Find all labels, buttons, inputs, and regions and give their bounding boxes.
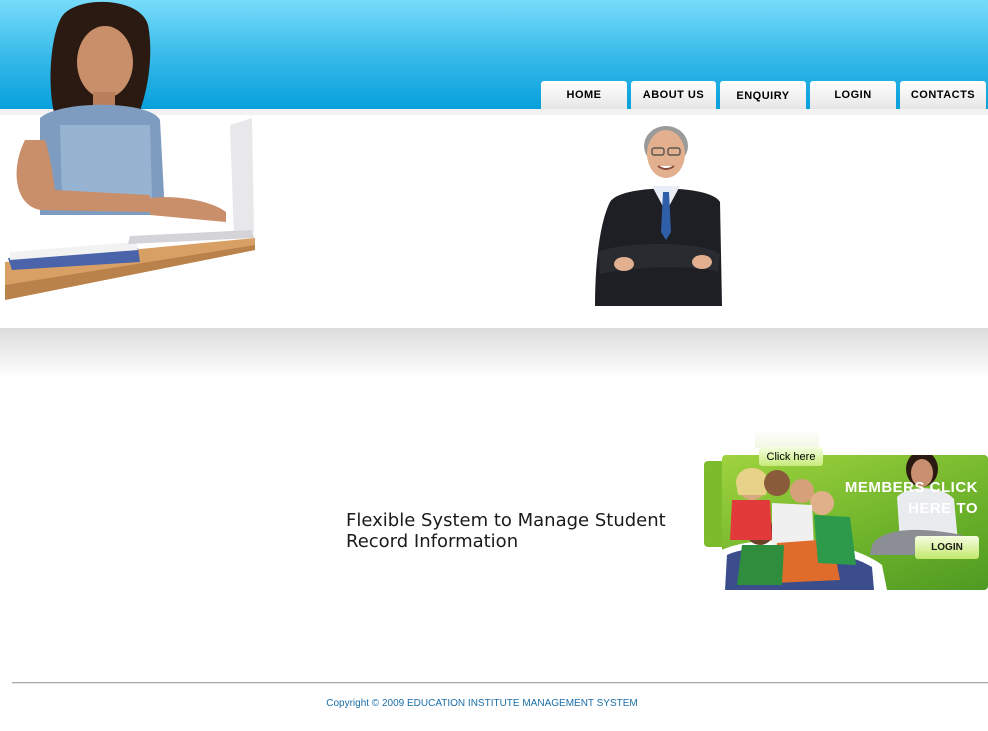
nav-about-us[interactable]: ABOUT US [631, 81, 716, 109]
nav-login[interactable]: LOGIN [810, 81, 896, 109]
members-text-line-2: HERE TO [908, 500, 978, 517]
nav-home[interactable]: HOME [541, 81, 627, 109]
footer-divider-highlight [12, 683, 988, 684]
businessman-image [595, 126, 722, 306]
members-click-text: MEMBERS CLICK HERE TO [845, 477, 978, 519]
members-text-line-1: MEMBERS CLICK [844, 479, 978, 496]
tagline-line-2: Record Information [346, 531, 519, 552]
promo-login-button[interactable]: LOGIN [915, 536, 979, 559]
banner-shadow [0, 328, 988, 378]
tagline-line-1: Flexible System to Manage Student [346, 510, 666, 531]
click-here-button[interactable]: Click here [759, 447, 823, 466]
nav-enquiry[interactable]: ENQUIRY [720, 81, 806, 109]
nav-contacts[interactable]: CONTACTS [900, 81, 986, 109]
promo-tab-decoration [755, 430, 819, 448]
copyright-text: Copyright © 2009 EDUCATION INSTITUTE MAN… [326, 698, 638, 709]
members-login-promo[interactable]: MEMBERS CLICK HERE TO LOGIN [722, 455, 988, 590]
student-with-laptop-image [5, 1, 255, 300]
tagline: Flexible System to Manage Student Record… [346, 510, 686, 552]
